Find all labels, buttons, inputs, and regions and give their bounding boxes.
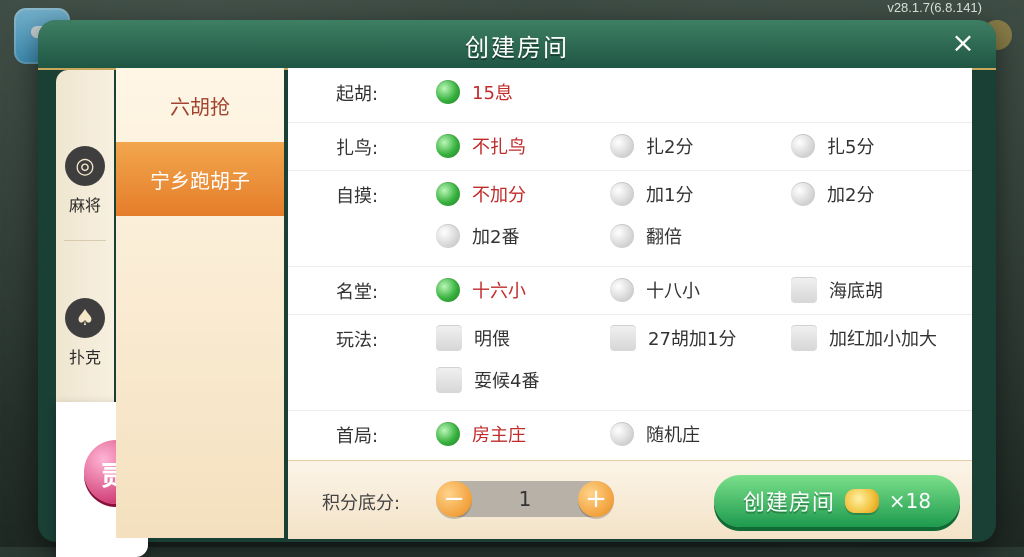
option-text: 加2分 (827, 185, 875, 206)
radio-zimo-2fan[interactable]: 加2番 (436, 222, 519, 250)
option-label: 玩法: (336, 330, 379, 351)
radio-off-icon (610, 278, 634, 302)
mahjong-icon: ◎ (65, 146, 105, 186)
option-label: 自摸: (336, 186, 379, 207)
option-text: 不扎鸟 (472, 137, 526, 158)
option-text: 明偎 (474, 329, 510, 350)
radio-off-icon (791, 182, 815, 206)
category-label: 扑克 (68, 348, 101, 367)
room-cost: ×18 (888, 489, 932, 513)
option-row-shouju: 首局: 房主庄 随机庄 (288, 410, 972, 458)
radio-on-icon (436, 80, 460, 104)
option-text: 扎2分 (646, 137, 694, 158)
radio-off-icon (791, 134, 815, 158)
checkbox-27hu[interactable]: 27胡加1分 (610, 324, 736, 352)
gold-ingot-icon (844, 489, 879, 513)
option-label: 扎鸟: (336, 138, 379, 159)
radio-on-icon (436, 134, 460, 158)
option-text: 海底胡 (829, 281, 883, 302)
radio-off-icon (436, 224, 460, 248)
create-room-button[interactable]: 创建房间 ×18 (714, 475, 960, 527)
close-icon[interactable]: × (948, 28, 978, 58)
radio-qihu-15xi[interactable]: 15息 (436, 78, 513, 106)
category-label: 麻将 (68, 196, 101, 215)
checkbox-haidihu[interactable]: 海底胡 (791, 276, 883, 304)
checkbox-jiahong[interactable]: 加红加小加大 (791, 324, 937, 352)
radio-on-icon (436, 278, 460, 302)
option-text: 15息 (472, 83, 513, 104)
create-room-label: 创建房间 (742, 491, 835, 516)
subcategory-label: 宁乡跑胡子 (150, 168, 250, 193)
version-text: v28.1.7(6.8.141) (887, 0, 982, 15)
category-divider (64, 240, 106, 241)
option-row-wanfa: 玩法: 明偎 27胡加1分 加红加小加大 耍候4番 (288, 314, 972, 411)
radio-off-icon (610, 182, 634, 206)
radio-zimo-2[interactable]: 加2分 (791, 180, 874, 208)
option-label: 首局: (336, 426, 379, 447)
checkbox-icon (791, 277, 817, 303)
options-panel: 起胡: 15息 扎鸟: 不扎鸟 扎2分 扎5分 自摸: 不加分 加1分 加2分 … (288, 68, 972, 460)
checkbox-icon (436, 325, 462, 351)
checkbox-icon (436, 367, 462, 393)
option-text: 加1分 (646, 185, 694, 206)
option-text: 十六小 (472, 281, 526, 302)
subcategory-label: 六胡抢 (170, 94, 230, 119)
radio-zimo-1[interactable]: 加1分 (610, 180, 693, 208)
option-label: 名堂: (336, 282, 379, 303)
radio-mingtang-16[interactable]: 十六小 (436, 276, 526, 304)
option-label: 起胡: (336, 84, 379, 105)
radio-off-icon (610, 134, 634, 158)
option-text: 不加分 (472, 185, 526, 206)
option-text: 加2番 (472, 227, 520, 248)
plus-button[interactable]: + (578, 481, 614, 517)
option-text: 随机庄 (646, 425, 700, 446)
option-text: 加红加小加大 (829, 329, 937, 350)
radio-mingtang-18[interactable]: 十八小 (610, 276, 700, 304)
radio-off-icon (610, 422, 634, 446)
radio-zhaniao-5[interactable]: 扎5分 (791, 132, 874, 160)
checkbox-icon (610, 325, 636, 351)
option-text: 十八小 (646, 281, 700, 302)
option-row-qihu: 起胡: 15息 (288, 68, 972, 123)
minus-button[interactable]: − (436, 481, 472, 517)
dialog-title: 创建房间 (465, 34, 569, 62)
radio-on-icon (436, 422, 460, 446)
score-label: 积分底分: (322, 493, 401, 514)
create-room-dialog: 创建房间 × ◎ 麻将 ♠ 扑克 贰 六胡抢 宁乡跑胡子 起胡: (38, 20, 996, 557)
option-row-mingtang: 名堂: 十六小 十八小 海底胡 (288, 266, 972, 315)
option-text: 耍候4番 (474, 371, 540, 392)
option-text: 翻倍 (646, 227, 682, 248)
option-row-zimo: 自摸: 不加分 加1分 加2分 加2番 翻倍 (288, 170, 972, 267)
radio-on-icon (436, 182, 460, 206)
radio-zimo-none[interactable]: 不加分 (436, 180, 526, 208)
score-stepper: − 1 + (436, 481, 614, 517)
bottom-bar: 积分底分: − 1 + 创建房间 ×18 (288, 460, 972, 539)
subcategory-column: 六胡抢 宁乡跑胡子 (116, 68, 284, 538)
dialog-title-bar: 创建房间 × (38, 20, 996, 70)
option-row-zhaniao: 扎鸟: 不扎鸟 扎2分 扎5分 (288, 122, 972, 171)
category-poker[interactable]: ♠ 扑克 (56, 280, 114, 390)
radio-zhaniao-none[interactable]: 不扎鸟 (436, 132, 526, 160)
score-value: 1 (518, 487, 532, 511)
subcategory-liuhuqiang[interactable]: 六胡抢 (116, 68, 284, 142)
radio-shouju-random[interactable]: 随机庄 (610, 420, 700, 448)
spade-icon: ♠ (65, 298, 105, 338)
checkbox-shuahou[interactable]: 耍候4番 (436, 366, 539, 394)
checkbox-icon (791, 325, 817, 351)
radio-zimo-double[interactable]: 翻倍 (610, 222, 682, 250)
radio-off-icon (610, 224, 634, 248)
category-mahjong[interactable]: ◎ 麻将 (56, 128, 114, 238)
option-text: 27胡加1分 (648, 329, 737, 350)
option-text: 扎5分 (827, 137, 875, 158)
checkbox-mingwei[interactable]: 明偎 (436, 324, 510, 352)
subcategory-ningxiang[interactable]: 宁乡跑胡子 (116, 142, 284, 216)
radio-shouju-owner[interactable]: 房主庄 (436, 420, 526, 448)
radio-zhaniao-2[interactable]: 扎2分 (610, 132, 693, 160)
option-text: 房主庄 (472, 425, 526, 446)
